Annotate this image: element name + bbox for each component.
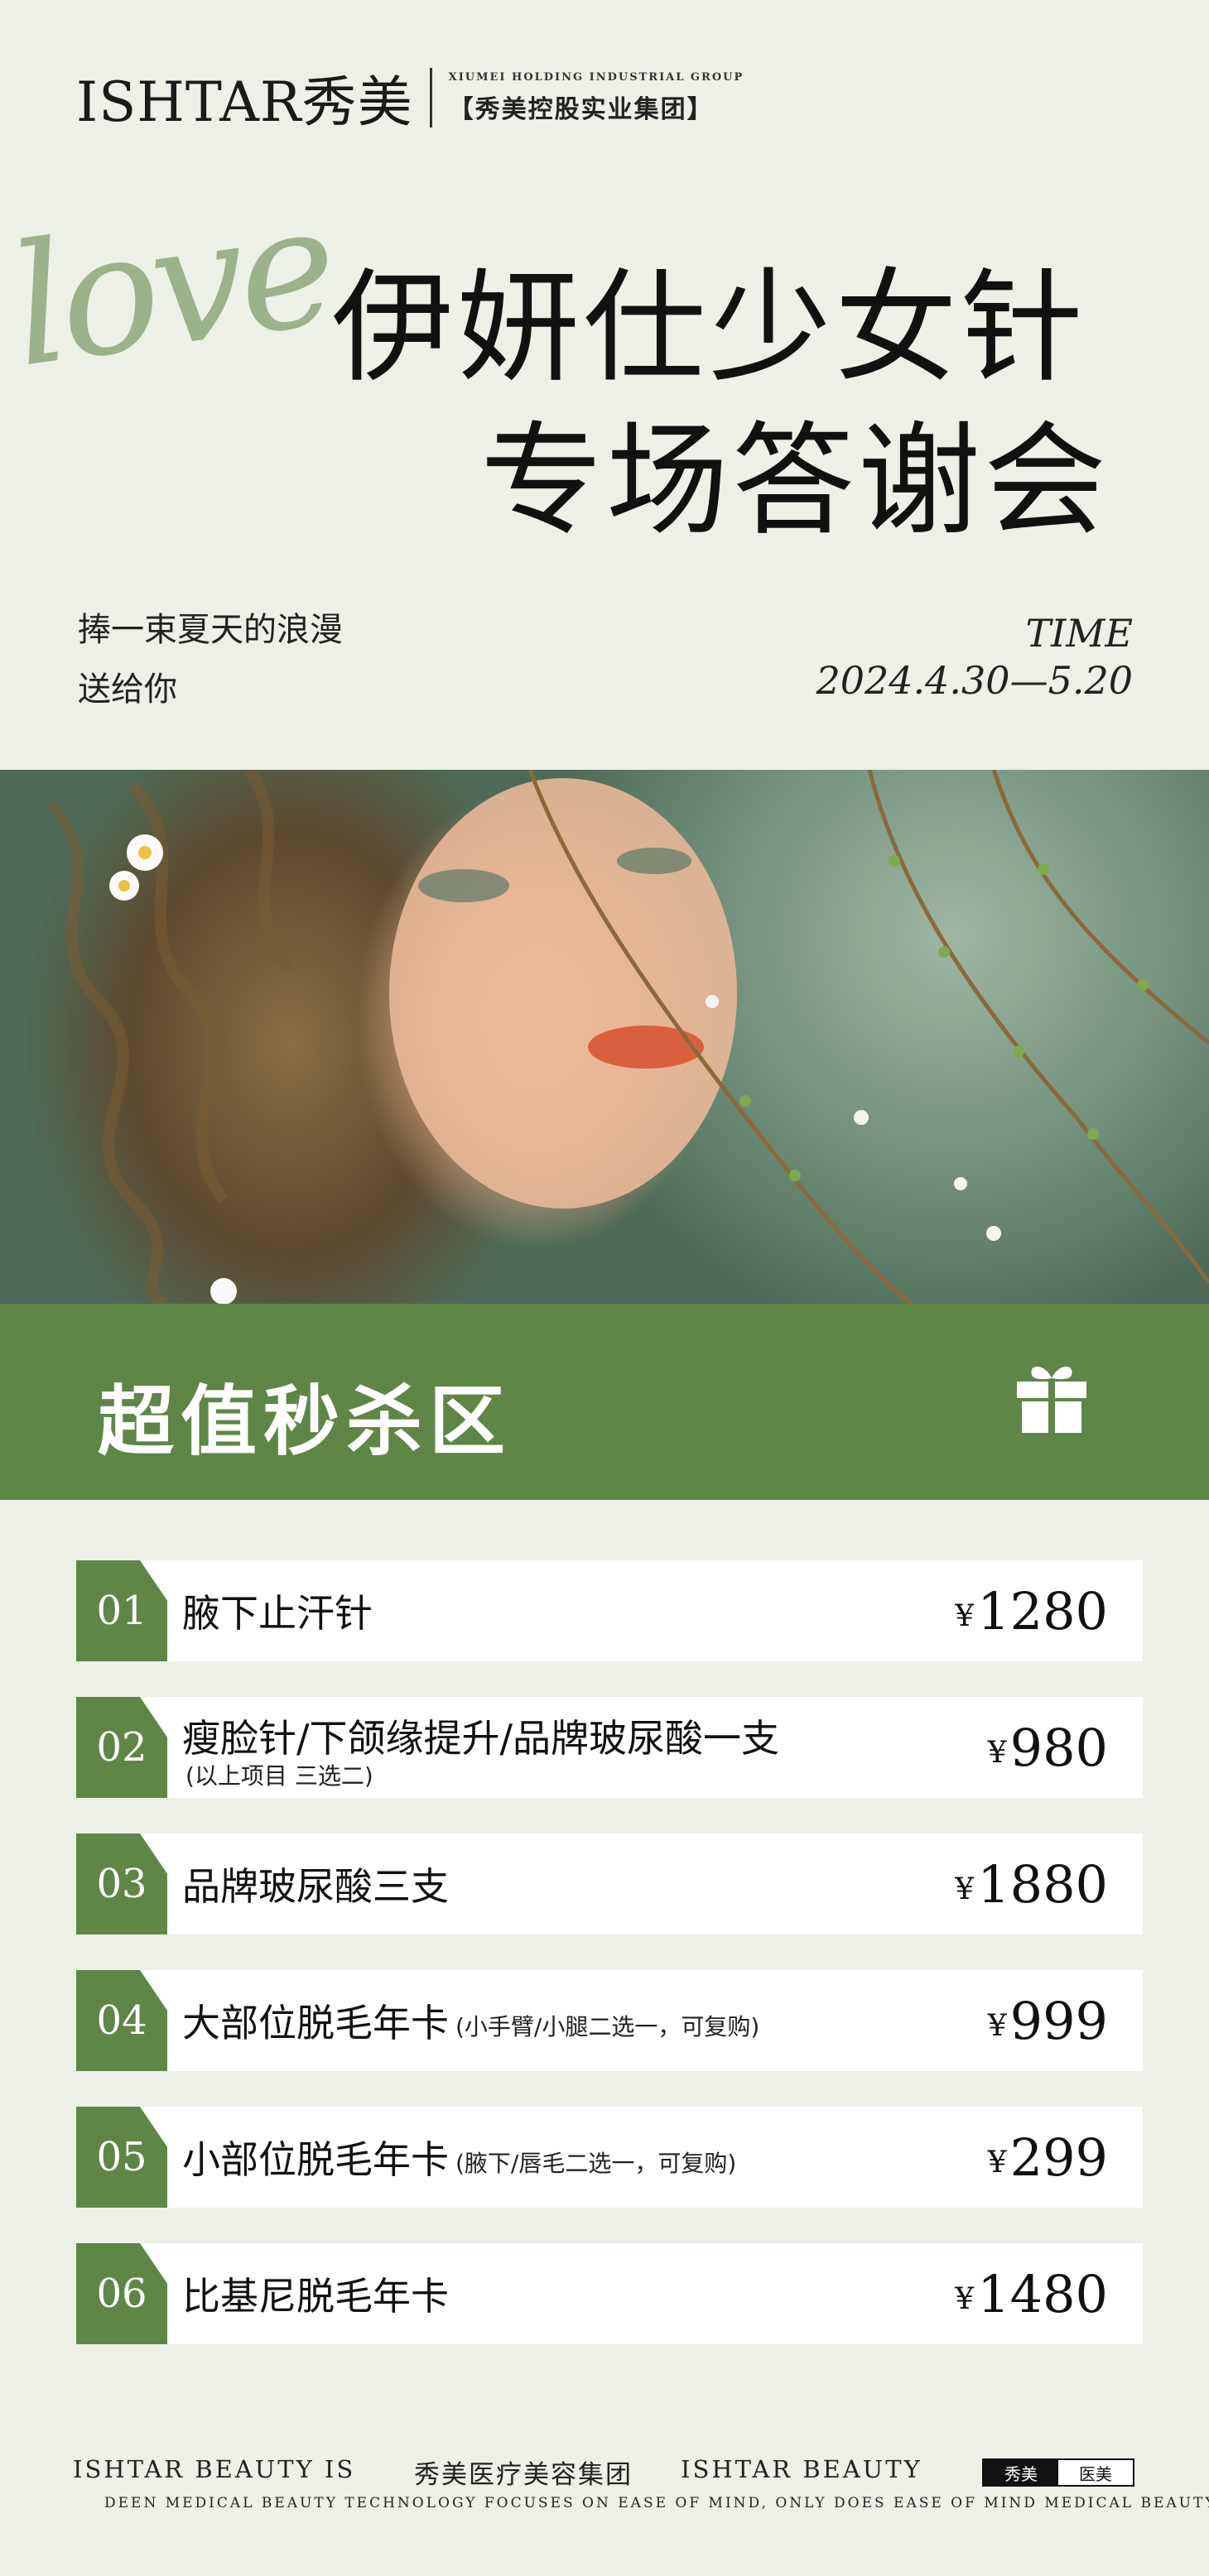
offer-name: 比基尼脱毛年卡: [182, 2274, 449, 2319]
footer-group-cn: 秀美医疗美容集团: [414, 2460, 633, 2490]
offer-number-tab: 02: [76, 1697, 167, 1798]
group-name-cn: 【秀美控股实业集团】: [448, 94, 714, 124]
price-value: 999: [1009, 1990, 1108, 2051]
offer-name: 品牌玻尿酸三支: [182, 1864, 449, 1909]
offer-price: ¥980: [988, 1697, 1108, 1798]
footer-tag-yimei: 医美: [1058, 2460, 1133, 2485]
offer-price: ¥999: [988, 1970, 1108, 2071]
offer-name: 瘦脸针/下颌缘提升/品牌玻尿酸一支: [182, 1716, 779, 1761]
tagline: 捧一束夏天的浪漫 送给你: [78, 600, 343, 719]
offer-name-text: 小部位脱毛年卡: [182, 2137, 449, 2182]
script-love-decoration: love: [0, 169, 343, 405]
hero-photo: [0, 770, 1209, 1304]
footer-tags: 秀美 医美: [982, 2458, 1134, 2487]
flash-sale-banner: 超值秒杀区: [0, 1304, 1209, 1500]
offer-row[interactable]: 02 瘦脸针/下颌缘提升/品牌玻尿酸一支 (以上项目 三选二) ¥980: [76, 1697, 1143, 1798]
currency-symbol: ¥: [987, 2008, 1007, 2043]
currency-symbol: ¥: [955, 1872, 975, 1906]
offer-row[interactable]: 03 品牌玻尿酸三支 ¥1880: [76, 1833, 1143, 1934]
poster: ISHTAR秀美 XIUMEI HOLDING INDUSTRIAL GROUP…: [0, 0, 1209, 2576]
offer-price: ¥1280: [955, 1560, 1108, 1661]
currency-symbol: ¥: [987, 1735, 1007, 1770]
offer-price: ¥1480: [955, 2243, 1108, 2344]
currency-symbol: ¥: [987, 2145, 1007, 2180]
price-value: 1480: [977, 2263, 1108, 2324]
time-label: TIME: [1025, 611, 1133, 656]
currency-symbol: ¥: [955, 2281, 975, 2316]
price-value: 299: [1009, 2127, 1108, 2188]
brand-divider: [429, 68, 432, 127]
offer-row[interactable]: 04 大部位脱毛年卡 (小手臂/小腿二选一，可复购) ¥999: [76, 1970, 1143, 2071]
price-value: 1880: [977, 1853, 1108, 1915]
hero-photo-illustration: [45, 770, 1209, 1304]
footer-tag-xiumei: 秀美: [984, 2460, 1058, 2485]
offer-number: 06: [96, 2271, 147, 2317]
offer-number-tab: 06: [76, 2243, 167, 2344]
brand-group: XIUMEI HOLDING INDUSTRIAL GROUP 【秀美控股实业集…: [449, 71, 744, 125]
offer-number-tab: 01: [76, 1560, 167, 1661]
tagline-line1: 捧一束夏天的浪漫: [78, 611, 343, 649]
event-title-line1: 伊妍仕少女针: [331, 257, 1086, 399]
price-value: 1280: [977, 1580, 1108, 1641]
time-range: 2024.4.30—5.20: [816, 658, 1133, 703]
offer-row[interactable]: 05 小部位脱毛年卡 (腋下/唇毛二选一，可复购) ¥299: [76, 2107, 1143, 2208]
footer-brand-en: ISHTAR BEAUTY IS: [73, 2455, 356, 2483]
price-value: 980: [1009, 1717, 1108, 1778]
offer-number: 02: [96, 1724, 147, 1771]
offer-name: 大部位脱毛年卡 (小手臂/小腿二选一，可复购): [182, 1970, 759, 2071]
offer-number-tab: 04: [76, 1970, 167, 2071]
offer-subnote: (以上项目 三选二): [185, 1762, 373, 1790]
group-name-en: XIUMEI HOLDING INDUSTRIAL GROUP: [448, 70, 744, 84]
offer-name: 小部位脱毛年卡 (腋下/唇毛二选一，可复购): [182, 2107, 736, 2208]
brand-name: ISHTAR秀美: [76, 70, 413, 134]
offer-row[interactable]: 01 腋下止汗针 ¥1280: [76, 1560, 1143, 1661]
footer-brand-en-right: ISHTAR BEAUTY: [681, 2455, 922, 2483]
currency-symbol: ¥: [955, 1598, 975, 1633]
offer-row[interactable]: 06 比基尼脱毛年卡 ¥1480: [76, 2243, 1143, 2344]
offer-name: 腋下止汗针: [182, 1591, 373, 1636]
offer-note: (小手臂/小腿二选一，可复购): [455, 2013, 760, 2040]
offer-number: 01: [96, 1588, 147, 1634]
offer-number: 03: [96, 1861, 147, 1907]
offer-note: (腋下/唇毛二选一，可复购): [455, 2150, 737, 2177]
event-title-line2: 专场答谢会: [480, 410, 1110, 552]
offer-price: ¥1880: [955, 1833, 1108, 1934]
offer-name-text: 大部位脱毛年卡: [182, 2001, 449, 2045]
footer-tagline: DEEN MEDICAL BEAUTY TECHNOLOGY FOCUSES O…: [104, 2495, 1209, 2511]
offer-price: ¥299: [988, 2107, 1108, 2208]
offer-number: 04: [96, 1997, 147, 2044]
offer-number: 05: [96, 2134, 147, 2180]
brand-logo: ISHTAR秀美 XIUMEI HOLDING INDUSTRIAL GROUP…: [76, 65, 744, 134]
tagline-line2: 送给你: [78, 670, 177, 709]
banner-title: 超值秒杀区: [98, 1377, 513, 1466]
gift-icon: [1017, 1366, 1086, 1433]
offer-number-tab: 05: [76, 2107, 167, 2208]
offer-number-tab: 03: [76, 1833, 167, 1934]
